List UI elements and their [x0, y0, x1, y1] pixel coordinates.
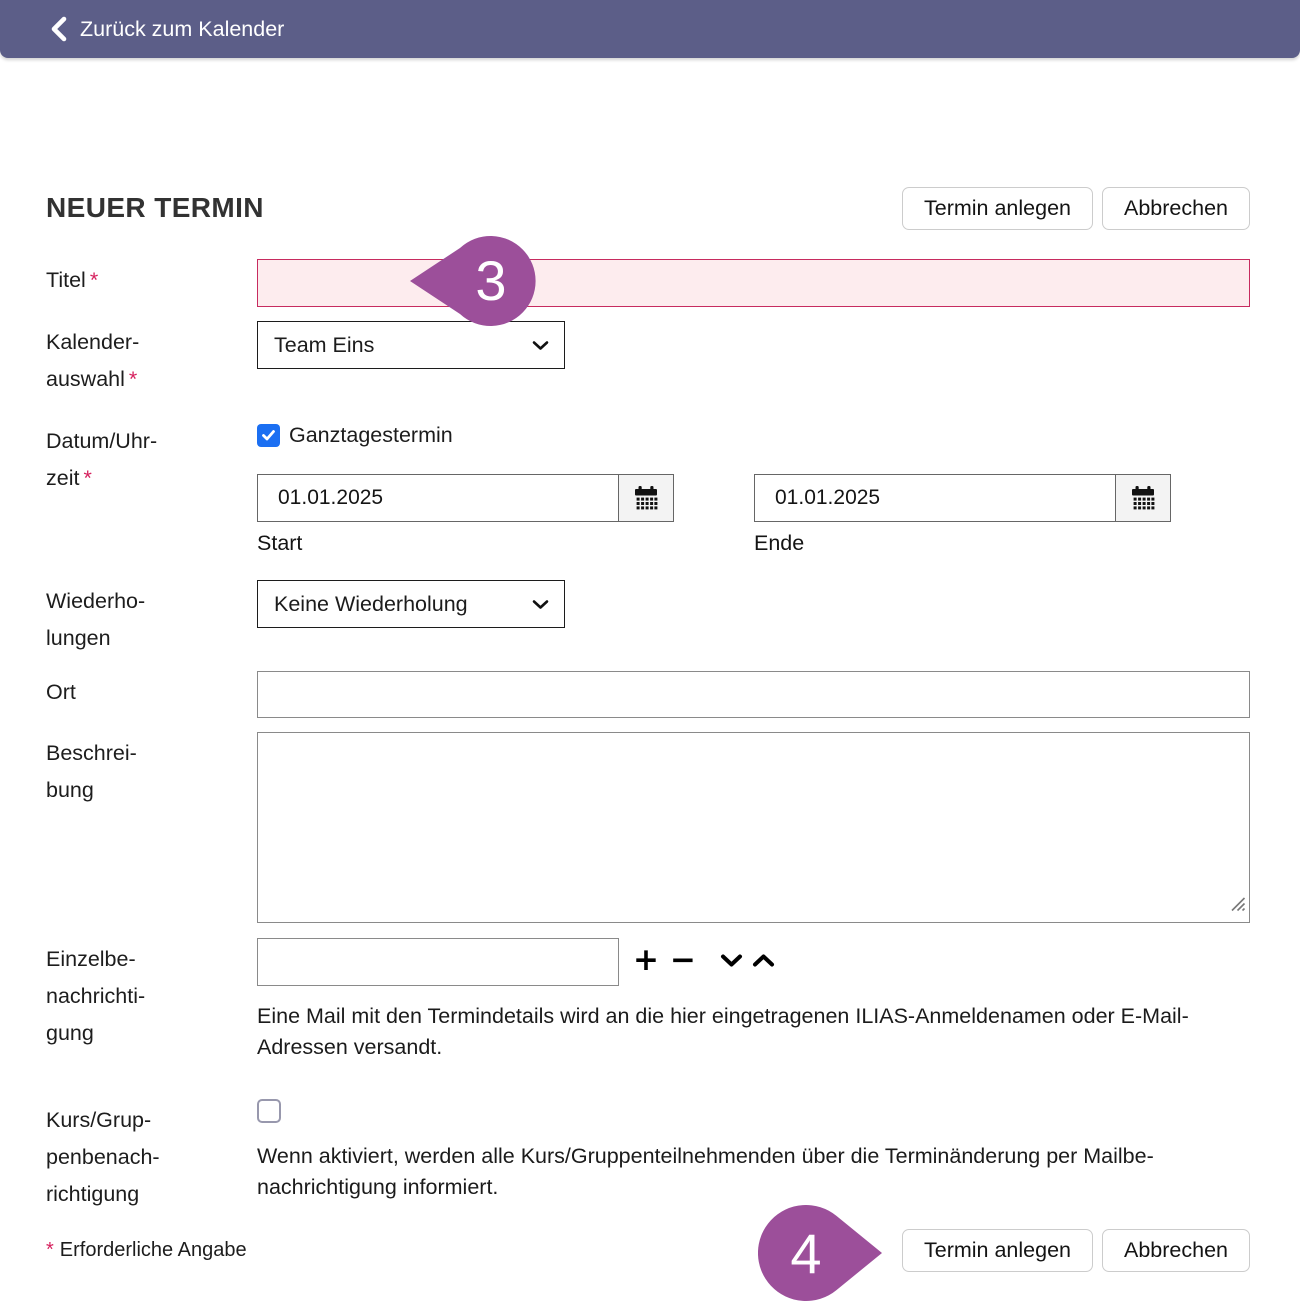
minus-icon[interactable]: − — [670, 945, 696, 975]
back-to-calendar-button[interactable]: Zurück zum Kalender — [50, 16, 284, 42]
field-row-wiederholungen: Wiederho- lungen Keine Wiederholung — [46, 580, 1250, 657]
field-row-kalenderauswahl: Kalender- auswahl* Team Eins — [46, 321, 1250, 398]
plus-icon[interactable]: + — [633, 945, 659, 975]
required-asterisk: * — [129, 367, 137, 391]
end-date-input[interactable] — [755, 475, 1115, 521]
required-asterisk: * — [83, 466, 91, 490]
calendar-icon — [633, 485, 659, 511]
page-title: NEUER TERMIN — [46, 192, 264, 224]
field-row-titel: Titel* — [46, 259, 1250, 307]
cancel-button-top[interactable]: Abbrechen — [1102, 187, 1250, 230]
calendar-icon — [1130, 485, 1156, 511]
einzelbenachrichtigung-label: Einzelbe- nachrichti- gung — [46, 938, 257, 1052]
required-note: *Erforderliche Angabe — [46, 1239, 247, 1262]
beschreibung-label: Beschrei- bung — [46, 732, 257, 809]
ort-input[interactable] — [257, 671, 1250, 718]
ort-label: Ort — [46, 671, 257, 711]
calendar-select[interactable]: Team Eins — [257, 321, 565, 369]
kursbenachrichtigung-help: Wenn aktiviert, werden alle Kurs/Gruppen… — [257, 1141, 1250, 1203]
end-caption: Ende — [754, 531, 1171, 556]
create-appointment-button-top[interactable]: Termin anlegen — [902, 187, 1093, 230]
chevron-down-icon — [532, 340, 549, 351]
kalenderauswahl-label: Kalender- auswahl* — [46, 321, 257, 398]
end-date-field: Ende — [754, 474, 1171, 556]
cancel-button-bottom[interactable]: Abbrechen — [1102, 1229, 1250, 1272]
start-calendar-button[interactable] — [618, 475, 673, 521]
move-up-icon[interactable] — [752, 945, 775, 975]
allday-label: Ganztagestermin — [289, 423, 453, 448]
chevron-left-icon — [50, 16, 67, 42]
start-caption: Start — [257, 531, 674, 556]
resize-handle[interactable] — [1229, 895, 1246, 917]
recurrence-select[interactable]: Keine Wiederholung — [257, 580, 565, 628]
move-down-icon[interactable] — [720, 945, 743, 975]
kursbenachrichtigung-label: Kurs/Grup- penbenach- richtigung — [46, 1099, 257, 1213]
chevron-down-icon — [532, 599, 549, 610]
field-row-ort: Ort — [46, 671, 1250, 718]
datum-label: Datum/Uhr- zeit* — [46, 420, 257, 497]
field-row-einzelbenachrichtigung: Einzelbe- nachrichti- gung + − — [46, 938, 1250, 1063]
allday-checkbox[interactable] — [257, 424, 280, 447]
notification-recipient-input[interactable] — [257, 938, 619, 986]
required-asterisk: * — [90, 268, 98, 292]
field-row-beschreibung: Beschrei- bung — [46, 732, 1250, 923]
recurrence-select-value: Keine Wiederholung — [274, 592, 468, 617]
titel-label: Titel* — [46, 259, 257, 299]
topbar: Zurück zum Kalender — [0, 0, 1300, 58]
field-row-datum: Datum/Uhr- zeit* Ganztagestermin — [46, 420, 1250, 556]
wiederholungen-label: Wiederho- lungen — [46, 580, 257, 657]
back-label: Zurück zum Kalender — [80, 17, 284, 42]
titel-input[interactable] — [257, 259, 1250, 307]
group-notification-checkbox[interactable] — [257, 1099, 281, 1123]
beschreibung-textarea[interactable] — [257, 732, 1250, 923]
create-appointment-button-bottom[interactable]: Termin anlegen — [902, 1229, 1093, 1272]
checkmark-icon — [261, 429, 276, 442]
field-row-kursbenachrichtigung: Kurs/Grup- penbenach- richtigung Wenn ak… — [46, 1099, 1250, 1213]
start-date-input[interactable] — [258, 475, 618, 521]
required-asterisk: * — [46, 1239, 54, 1261]
einzelbenachrichtigung-help: Eine Mail mit den Termindetails wird an … — [257, 1001, 1250, 1063]
end-calendar-button[interactable] — [1115, 475, 1170, 521]
calendar-select-value: Team Eins — [274, 333, 374, 358]
start-date-field: Start — [257, 474, 674, 556]
